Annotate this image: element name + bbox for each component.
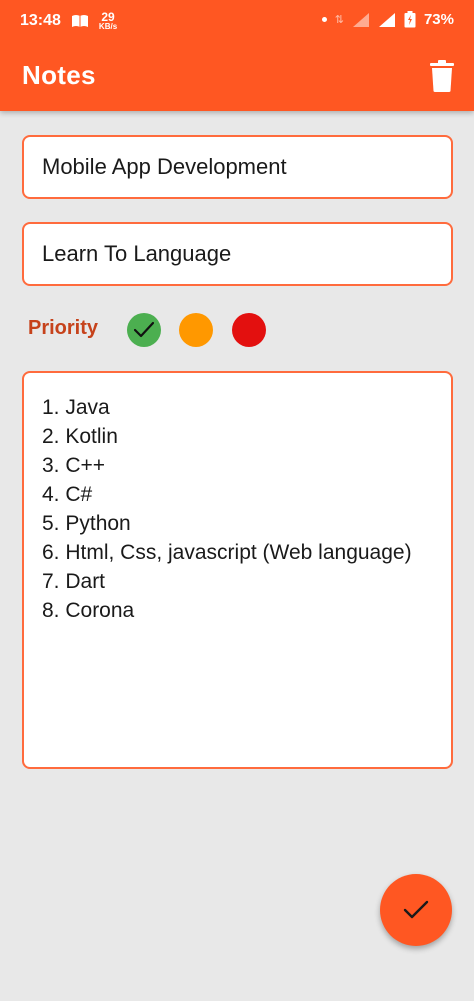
battery-percent: 73% xyxy=(423,11,454,28)
check-icon xyxy=(403,900,429,919)
save-note-button[interactable] xyxy=(380,874,452,946)
priority-green-button[interactable] xyxy=(127,313,161,347)
trash-icon[interactable] xyxy=(428,60,456,92)
notes-field[interactable]: 1. Java 2. Kotlin 3. C++ 4. C# 5. Python… xyxy=(22,371,453,769)
app-title: Notes xyxy=(22,60,96,90)
network-speed: 29 KB/s xyxy=(99,11,117,31)
data-arrows-icon: ⇅ xyxy=(334,13,344,26)
priority-orange-button[interactable] xyxy=(179,313,213,347)
status-bar: 13:48 29 KB/s ⇅ 73% xyxy=(0,0,474,40)
app-bar: 13:48 29 KB/s ⇅ 73% Notes xyxy=(0,0,474,111)
notification-dot-icon xyxy=(321,17,327,22)
subtitle-field[interactable]: Learn To Language xyxy=(22,222,453,286)
check-icon xyxy=(134,321,154,338)
signal-icon xyxy=(352,12,369,27)
status-time: 13:48 xyxy=(20,12,61,29)
network-speed-unit: KB/s xyxy=(98,22,118,31)
priority-label: Priority xyxy=(28,317,99,339)
signal-full-icon xyxy=(378,12,395,27)
priority-red-button[interactable] xyxy=(232,313,266,347)
battery-icon xyxy=(404,11,416,28)
book-icon xyxy=(71,15,88,27)
title-field[interactable]: Mobile App Development xyxy=(22,135,453,199)
